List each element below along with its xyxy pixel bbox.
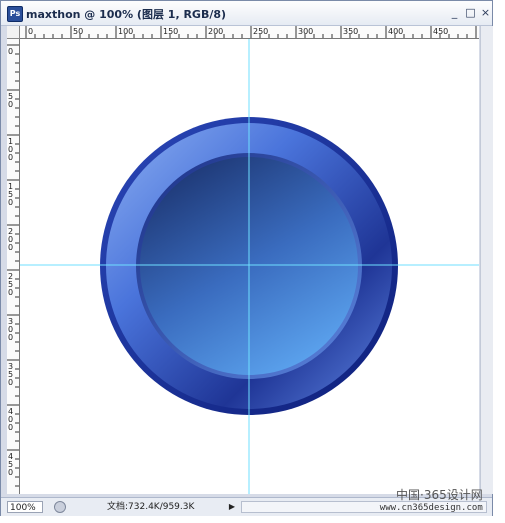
status-info-icon[interactable] [54, 501, 66, 513]
ruler-label: 50 [73, 27, 83, 36]
status-menu-arrow-icon[interactable]: ▶ [227, 501, 237, 513]
photoshop-app-icon: Ps [7, 6, 23, 22]
ruler-label: 0 [28, 27, 33, 36]
watermark-title: 中国·365设计网 [396, 488, 483, 502]
close-button[interactable]: × [479, 6, 492, 19]
ruler-label: 450 [433, 27, 448, 36]
button-artwork [20, 39, 479, 494]
document-canvas[interactable] [20, 39, 479, 494]
ruler-label: 0 [8, 468, 13, 477]
horizontal-ruler[interactable]: 0 50 100 150 200 250 300 350 400 450 [20, 26, 479, 39]
zoom-level-field[interactable]: 100% [7, 501, 43, 513]
ruler-label: 0 [8, 288, 13, 297]
ruler-label: 0 [8, 333, 13, 342]
minimize-button[interactable]: _ [448, 6, 461, 19]
vertical-ruler-ticks: 050100150200250300350400450 [7, 44, 19, 487]
vertical-scrollbar[interactable] [480, 26, 493, 494]
ruler-label: 250 [253, 27, 268, 36]
ruler-label: 300 [298, 27, 313, 36]
ruler-label: 200 [208, 27, 223, 36]
horizontal-ruler-ticks: 0 50 100 150 200 250 300 350 400 450 [25, 26, 477, 38]
document-size-info: 文档:732.4K/959.3K [107, 502, 195, 512]
ruler-label: 400 [388, 27, 403, 36]
window-title: maxthon @ 100% (图层 1, RGB/8) [26, 8, 227, 21]
title-bar[interactable]: Ps maxthon @ 100% (图层 1, RGB/8) _ □ × [1, 1, 492, 26]
site-watermark: 中国·365设计网 www.cn365design.com [378, 488, 483, 514]
ruler-label: 0 [8, 47, 13, 56]
ruler-label: 150 [163, 27, 178, 36]
ruler-origin-corner[interactable] [7, 26, 20, 39]
ruler-label: 0 [8, 198, 13, 207]
document-window: Ps maxthon @ 100% (图层 1, RGB/8) _ □ × 0 5… [0, 0, 493, 516]
watermark-url: www.cn365design.com [379, 503, 483, 513]
ruler-label: 350 [343, 27, 358, 36]
vertical-ruler[interactable]: 050100150200250300350400450 [7, 39, 20, 494]
ruler-label: 0 [8, 423, 13, 432]
ruler-label: 0 [8, 153, 13, 162]
ruler-label: 0 [8, 378, 13, 387]
ruler-label: 0 [8, 243, 13, 252]
ruler-label: 100 [118, 27, 133, 36]
ruler-label: 0 [8, 100, 13, 109]
restore-button[interactable]: □ [464, 6, 477, 19]
